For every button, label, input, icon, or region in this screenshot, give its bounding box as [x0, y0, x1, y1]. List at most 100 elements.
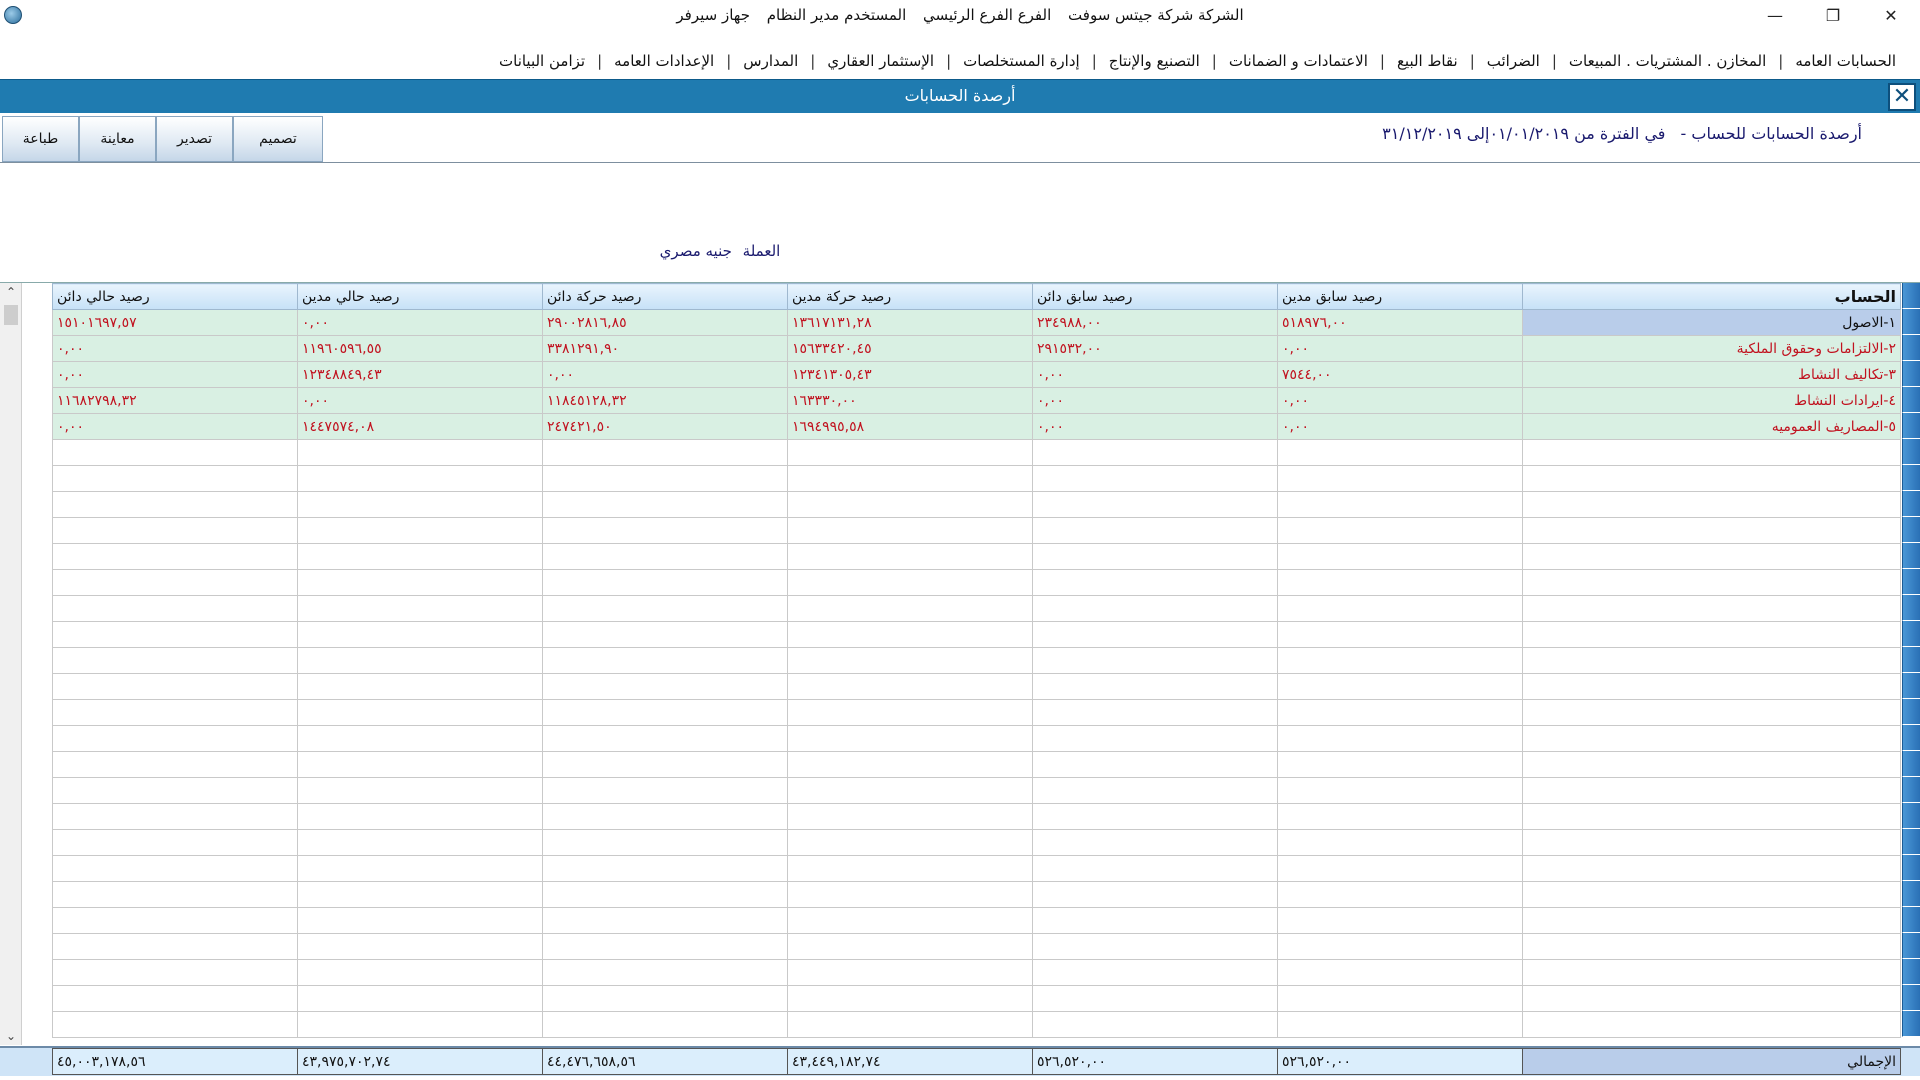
empty-cell[interactable]: [1277, 699, 1523, 726]
empty-cell[interactable]: [52, 569, 298, 596]
empty-cell[interactable]: [542, 595, 788, 622]
empty-cell[interactable]: [1032, 517, 1278, 544]
empty-cell[interactable]: [787, 465, 1033, 492]
empty-cell[interactable]: [1277, 907, 1523, 934]
empty-cell[interactable]: [542, 621, 788, 648]
empty-cell[interactable]: [1032, 855, 1278, 882]
empty-cell[interactable]: [787, 439, 1033, 466]
empty-cell[interactable]: [787, 621, 1033, 648]
empty-cell[interactable]: [52, 933, 298, 960]
empty-cell[interactable]: [1522, 517, 1901, 544]
empty-cell[interactable]: [52, 699, 298, 726]
empty-cell[interactable]: [787, 907, 1033, 934]
column-header-account[interactable]: الحساب: [1522, 283, 1901, 310]
cell-prev-credit[interactable]: ٠,٠٠: [1032, 413, 1278, 440]
empty-cell[interactable]: [52, 907, 298, 934]
empty-cell[interactable]: [1032, 959, 1278, 986]
cell-move-credit[interactable]: ٠,٠٠: [542, 361, 788, 388]
cell-curr-credit[interactable]: ١٥١٠١٦٩٧,٥٧: [52, 309, 298, 336]
empty-row[interactable]: [52, 907, 1901, 934]
empty-cell[interactable]: [1277, 673, 1523, 700]
row-selector[interactable]: [1902, 829, 1920, 855]
empty-cell[interactable]: [542, 985, 788, 1012]
empty-cell[interactable]: [297, 907, 543, 934]
cell-curr-debit[interactable]: ٠,٠٠: [297, 387, 543, 414]
empty-cell[interactable]: [52, 725, 298, 752]
empty-cell[interactable]: [1522, 959, 1901, 986]
empty-cell[interactable]: [297, 829, 543, 856]
empty-cell[interactable]: [1522, 803, 1901, 830]
empty-cell[interactable]: [787, 829, 1033, 856]
empty-cell[interactable]: [1277, 829, 1523, 856]
empty-cell[interactable]: [1522, 647, 1901, 674]
empty-cell[interactable]: [787, 595, 1033, 622]
empty-cell[interactable]: [1032, 465, 1278, 492]
scrollbar-thumb[interactable]: [4, 305, 18, 325]
empty-cell[interactable]: [52, 959, 298, 986]
empty-cell[interactable]: [297, 881, 543, 908]
row-selector[interactable]: [1902, 803, 1920, 829]
empty-cell[interactable]: [542, 751, 788, 778]
empty-row[interactable]: [52, 491, 1901, 518]
empty-cell[interactable]: [542, 777, 788, 804]
menu-extracts[interactable]: إدارة المستخلصات: [951, 52, 1092, 70]
empty-cell[interactable]: [1277, 543, 1523, 570]
empty-row[interactable]: [52, 621, 1901, 648]
empty-cell[interactable]: [52, 751, 298, 778]
table-row[interactable]: ٢-الالتزامات وحقوق الملكية ٠,٠٠ ٢٩١٥٣٢,٠…: [52, 335, 1901, 362]
empty-row[interactable]: [52, 803, 1901, 830]
empty-cell[interactable]: [52, 985, 298, 1012]
empty-cell[interactable]: [297, 751, 543, 778]
empty-cell[interactable]: [1277, 855, 1523, 882]
row-selector[interactable]: [1902, 543, 1920, 569]
empty-cell[interactable]: [1032, 543, 1278, 570]
row-selector[interactable]: [1902, 1011, 1920, 1037]
empty-cell[interactable]: [1522, 1011, 1901, 1038]
row-selectors[interactable]: [1902, 283, 1920, 1045]
empty-row[interactable]: [52, 933, 1901, 960]
empty-cell[interactable]: [52, 1011, 298, 1038]
empty-cell[interactable]: [52, 647, 298, 674]
row-selector[interactable]: [1902, 907, 1920, 933]
empty-cell[interactable]: [1277, 985, 1523, 1012]
empty-row[interactable]: [52, 829, 1901, 856]
empty-cell[interactable]: [542, 803, 788, 830]
empty-cell[interactable]: [297, 439, 543, 466]
empty-cell[interactable]: [1032, 491, 1278, 518]
row-selector[interactable]: [1902, 491, 1920, 517]
empty-cell[interactable]: [1522, 829, 1901, 856]
empty-cell[interactable]: [787, 517, 1033, 544]
row-selector[interactable]: [1902, 751, 1920, 777]
row-selector[interactable]: [1902, 777, 1920, 803]
column-header-prev-credit[interactable]: رصيد سابق دائن: [1032, 283, 1278, 310]
empty-cell[interactable]: [1522, 855, 1901, 882]
row-selector[interactable]: [1902, 309, 1920, 335]
empty-row[interactable]: [52, 699, 1901, 726]
empty-cell[interactable]: [297, 491, 543, 518]
close-app-button[interactable]: ✕: [1862, 0, 1920, 30]
cell-prev-debit[interactable]: ٠,٠٠: [1277, 413, 1523, 440]
empty-cell[interactable]: [297, 621, 543, 648]
empty-cell[interactable]: [1277, 881, 1523, 908]
empty-cell[interactable]: [1032, 725, 1278, 752]
row-selector[interactable]: [1902, 699, 1920, 725]
cell-move-credit[interactable]: ١١٨٤٥١٢٨,٣٢: [542, 387, 788, 414]
empty-cell[interactable]: [787, 725, 1033, 752]
empty-cell[interactable]: [787, 673, 1033, 700]
empty-cell[interactable]: [1522, 907, 1901, 934]
print-button[interactable]: طباعة: [2, 116, 79, 162]
empty-cell[interactable]: [52, 465, 298, 492]
empty-row[interactable]: [52, 959, 1901, 986]
empty-cell[interactable]: [542, 439, 788, 466]
empty-cell[interactable]: [297, 569, 543, 596]
cell-curr-debit[interactable]: ٠,٠٠: [297, 309, 543, 336]
empty-cell[interactable]: [1277, 1011, 1523, 1038]
menu-pos[interactable]: نقاط البيع: [1385, 52, 1470, 70]
empty-cell[interactable]: [787, 933, 1033, 960]
empty-cell[interactable]: [297, 673, 543, 700]
menu-data-sync[interactable]: تزامن البيانات: [487, 52, 597, 70]
cell-curr-debit[interactable]: ١٢٣٤٨٨٤٩,٤٣: [297, 361, 543, 388]
empty-cell[interactable]: [1277, 517, 1523, 544]
empty-cell[interactable]: [787, 569, 1033, 596]
empty-cell[interactable]: [1522, 621, 1901, 648]
